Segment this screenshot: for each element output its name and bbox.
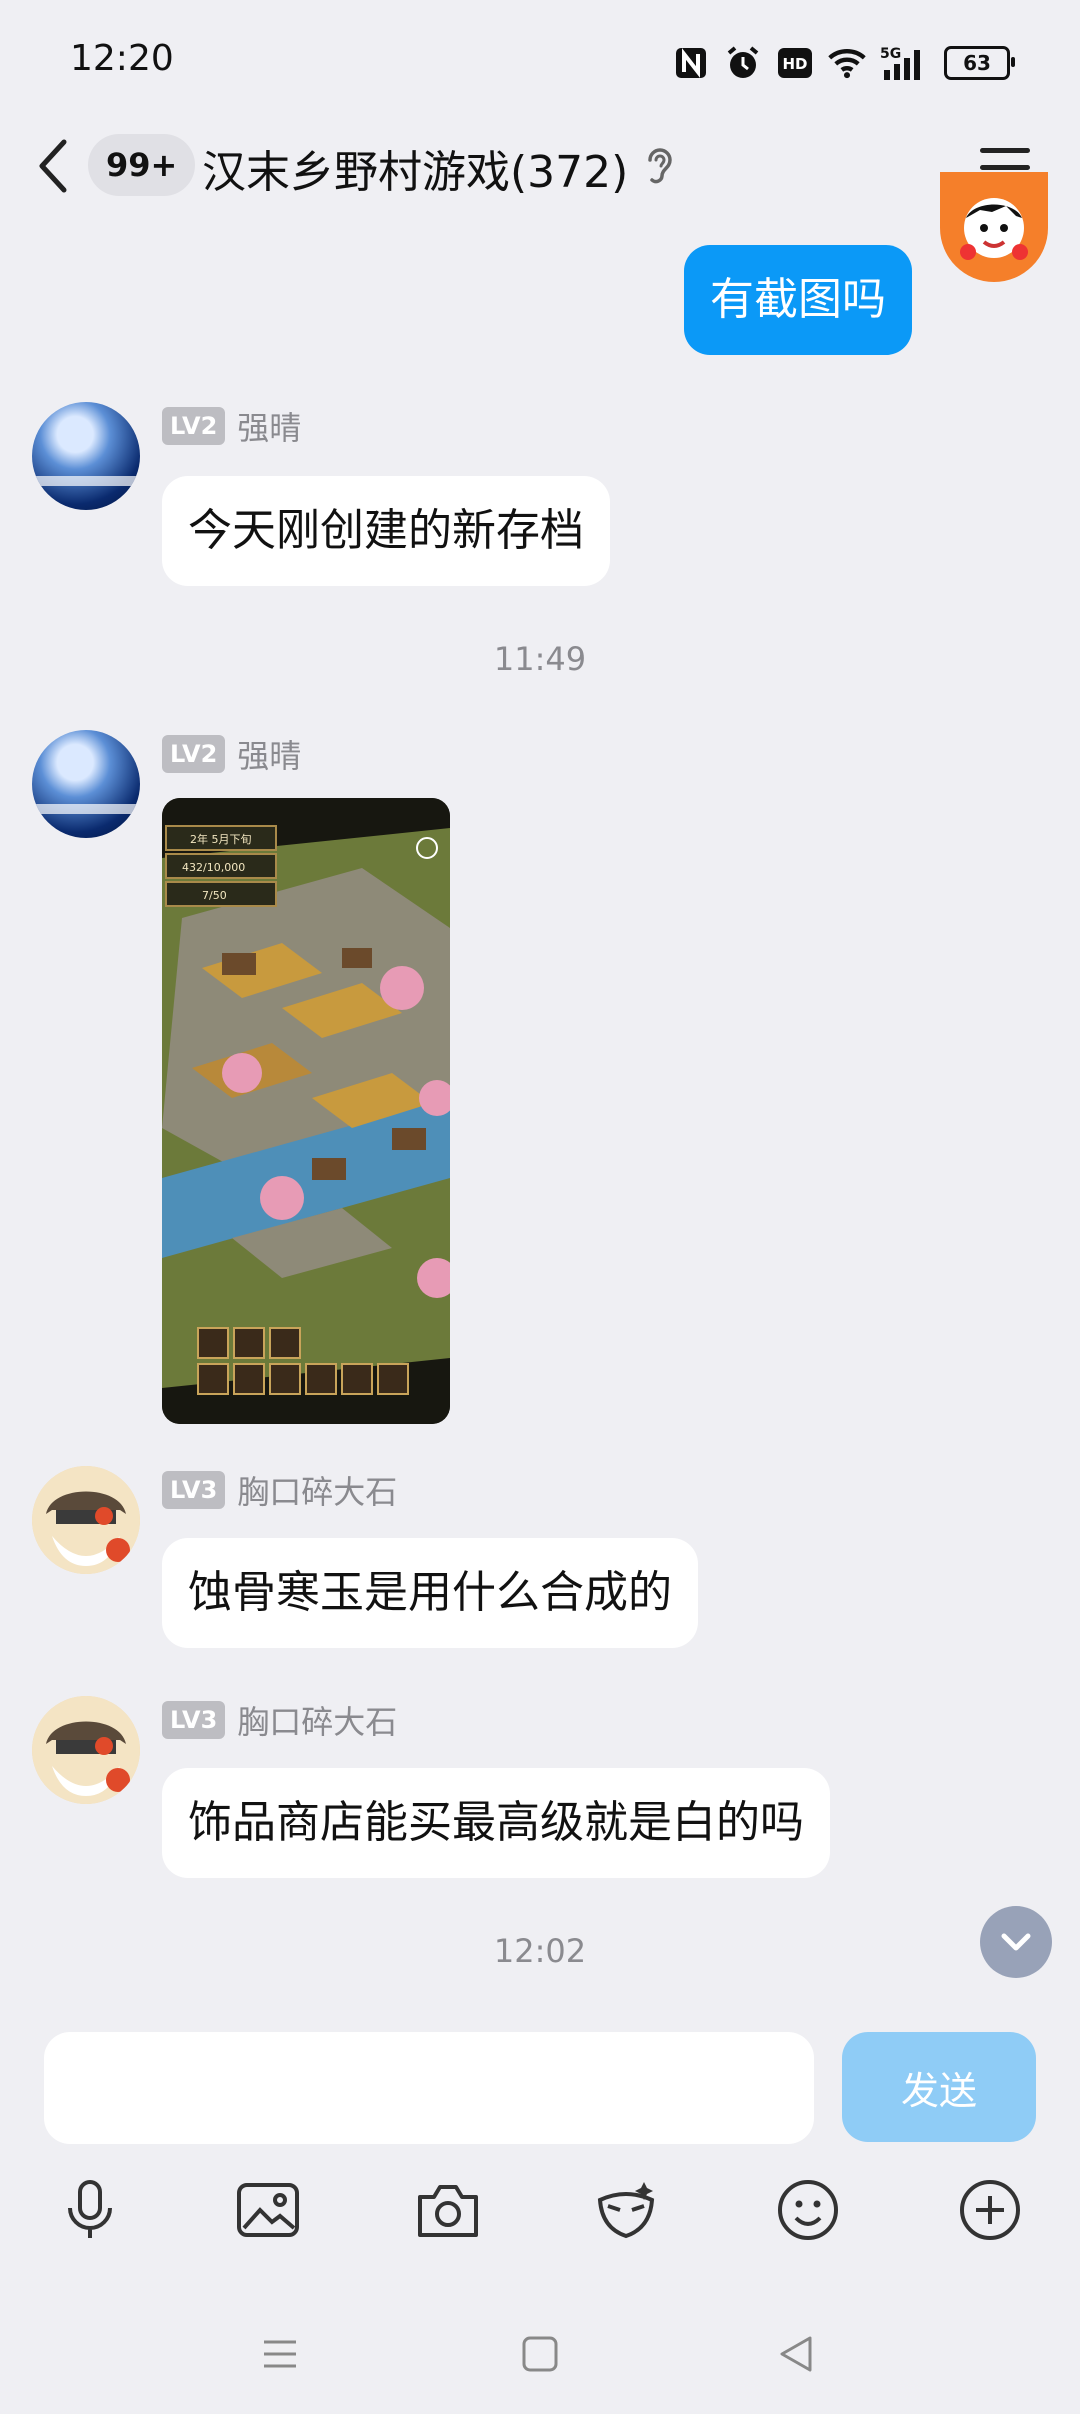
level-badge: LV3 bbox=[162, 1471, 226, 1509]
message-input[interactable] bbox=[44, 2032, 814, 2144]
ear-icon[interactable] bbox=[640, 142, 680, 192]
hd-icon: HD bbox=[776, 44, 814, 82]
more-button[interactable] bbox=[958, 2178, 1022, 2242]
sender-name[interactable]: 胸口碎大石 bbox=[237, 1467, 397, 1513]
camera-button[interactable] bbox=[416, 2178, 480, 2242]
nfc-icon bbox=[672, 44, 710, 82]
svg-text:HD: HD bbox=[782, 55, 807, 73]
sender-info: LV2 强晴 bbox=[162, 731, 301, 777]
nav-home-button[interactable] bbox=[516, 2330, 564, 2378]
nav-back-button[interactable] bbox=[772, 2330, 820, 2378]
message-bubble[interactable]: 蚀骨寒玉是用什么合成的 bbox=[162, 1538, 698, 1648]
menu-icon bbox=[264, 2340, 296, 2368]
level-badge: LV3 bbox=[162, 1701, 226, 1739]
game-population: 7/50 bbox=[202, 889, 227, 902]
wifi-icon bbox=[828, 44, 866, 82]
mask-button[interactable] bbox=[594, 2178, 658, 2242]
level-badge: LV2 bbox=[162, 407, 226, 445]
menu-line bbox=[980, 164, 1030, 170]
menu-line bbox=[980, 148, 1030, 153]
game-date: 2年 5月下旬 bbox=[190, 832, 252, 846]
nav-menu-button[interactable] bbox=[256, 2330, 304, 2378]
sender-name[interactable]: 胸口碎大石 bbox=[237, 1697, 397, 1743]
svg-text:5G: 5G bbox=[880, 46, 901, 62]
back-triangle-icon bbox=[780, 2336, 812, 2372]
timestamp: 11:49 bbox=[493, 640, 587, 678]
sender-info: LV3 胸口碎大石 bbox=[162, 1697, 397, 1743]
voice-button[interactable] bbox=[58, 2178, 122, 2242]
image-message[interactable]: 2年 5月下旬 432/10,000 7/50 bbox=[162, 798, 450, 1424]
emoji-icon bbox=[778, 2180, 838, 2240]
avatar-detail bbox=[32, 804, 140, 814]
back-button[interactable] bbox=[36, 138, 76, 194]
system-nav-bar bbox=[0, 2290, 1080, 2414]
user-avatar[interactable] bbox=[32, 402, 140, 510]
level-badge: LV2 bbox=[162, 735, 226, 773]
send-button[interactable]: 发送 bbox=[842, 2032, 1036, 2142]
timestamp: 12:02 bbox=[493, 1932, 587, 1970]
chat-header: 99+ 汉末乡野村游戏(372) bbox=[0, 118, 1080, 210]
game-money: 432/10,000 bbox=[182, 861, 245, 874]
message-bubble[interactable]: 今天刚创建的新存档 bbox=[162, 476, 610, 586]
battery-indicator: 63 bbox=[944, 46, 1015, 80]
status-icons: HD 5G 63 bbox=[672, 38, 1015, 88]
game-screenshot-image: 2年 5月下旬 432/10,000 7/50 bbox=[162, 798, 450, 1424]
unread-count-badge[interactable]: 99+ bbox=[88, 134, 196, 196]
home-square-icon bbox=[522, 2336, 558, 2372]
scroll-to-bottom-button[interactable] bbox=[980, 1906, 1052, 1978]
emoji-button[interactable] bbox=[776, 2178, 840, 2242]
chevron-down-icon bbox=[1001, 1933, 1031, 1951]
image-icon bbox=[237, 2183, 299, 2237]
message-bubble[interactable]: 饰品商店能买最高级就是白的吗 bbox=[162, 1768, 830, 1878]
sender-name[interactable]: 强晴 bbox=[237, 731, 301, 777]
sender-info: LV3 胸口碎大石 bbox=[162, 1467, 397, 1513]
sender-info: LV2 强晴 bbox=[162, 403, 301, 449]
user-avatar[interactable] bbox=[32, 1466, 140, 1574]
user-avatar[interactable] bbox=[32, 730, 140, 838]
signal-5g-icon: 5G bbox=[880, 44, 930, 82]
chat-title[interactable]: 汉末乡野村游戏(372) bbox=[202, 136, 628, 200]
photo-button[interactable] bbox=[236, 2178, 300, 2242]
microphone-icon bbox=[68, 2180, 112, 2238]
avatar-detail bbox=[32, 476, 140, 486]
status-time: 12:20 bbox=[70, 38, 174, 79]
alarm-icon bbox=[724, 44, 762, 82]
camera-icon bbox=[418, 2185, 478, 2237]
plus-circle-icon bbox=[960, 2180, 1020, 2240]
mask-icon bbox=[597, 2182, 655, 2239]
sender-name[interactable]: 强晴 bbox=[237, 403, 301, 449]
self-avatar[interactable] bbox=[940, 172, 1048, 282]
message-bubble-self[interactable]: 有截图吗 bbox=[684, 245, 912, 355]
user-avatar[interactable] bbox=[32, 1696, 140, 1804]
